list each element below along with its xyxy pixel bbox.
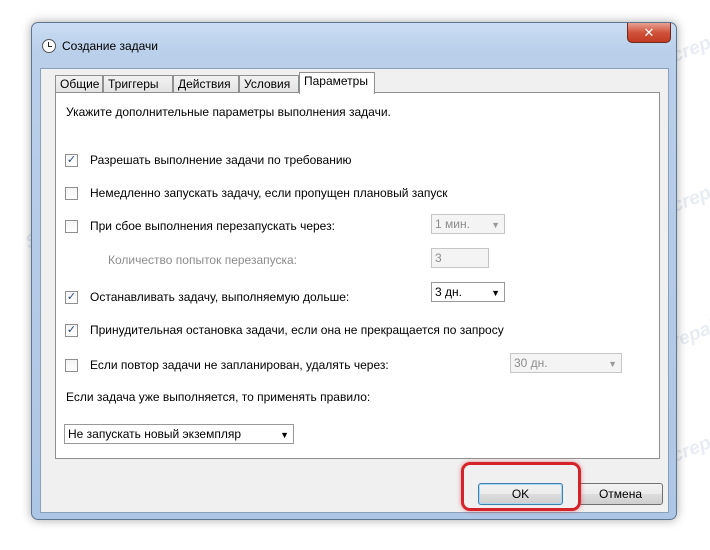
restart-attempts-label: Количество попыток перезапуска: [108,253,298,267]
dialog-client-area: Общие Триггеры Действия Условия Параметр… [40,68,669,513]
run-missed-checkbox[interactable] [65,187,78,200]
force-stop-label: Принудительная остановка задачи, если он… [90,323,504,337]
cancel-button[interactable]: Отмена [578,483,663,505]
chevron-down-icon: ▼ [491,288,500,298]
tab-triggers[interactable]: Триггеры [103,75,173,93]
close-button[interactable]: ✕ [627,23,671,43]
delete-task-checkbox[interactable] [65,359,78,372]
allow-on-demand-label: Разрешать выполнение задачи по требовани… [90,153,352,167]
stop-if-longer-label: Останавливать задачу, выполняемую дольше… [90,290,350,304]
chevron-down-icon: ▼ [491,220,500,230]
title-bar[interactable]: Создание задачи ✕ [32,23,676,53]
window-title: Создание задачи [62,39,158,53]
chevron-down-icon: ▼ [280,430,289,440]
chevron-down-icon: ▼ [608,359,617,369]
settings-panel: Укажите дополнительные параметры выполне… [55,92,660,459]
run-missed-label: Немедленно запускать задачу, если пропущ… [90,186,448,200]
checkmark-icon: ✓ [66,154,77,166]
tab-conditions[interactable]: Условия [239,75,299,93]
stop-if-longer-checkbox[interactable]: ✓ [65,291,78,304]
tab-actions[interactable]: Действия [173,75,239,93]
clock-icon [42,39,56,53]
task-dialog-window: Создание задачи ✕ Общие Триггеры Действи… [31,22,677,520]
settings-intro: Укажите дополнительные параметры выполне… [66,105,391,119]
delete-after-select[interactable]: 30 дн. ▼ [510,353,622,373]
restart-interval-select[interactable]: 1 мин. ▼ [431,214,505,234]
running-rule-value: Не запускать новый экземпляр [68,427,242,441]
restart-on-fail-label: При сбое выполнения перезапускать через: [90,219,335,233]
stop-duration-value: 3 дн. [435,285,462,299]
restart-interval-value: 1 мин. [435,217,470,231]
checkmark-icon: ✓ [66,291,77,303]
delete-task-label: Если повтор задачи не запланирован, удал… [90,358,389,372]
delete-after-value: 30 дн. [514,356,548,370]
force-stop-checkbox[interactable]: ✓ [65,324,78,337]
ok-button-highlight [461,462,581,511]
tab-general[interactable]: Общие [55,75,103,93]
running-rule-label: Если задача уже выполняется, то применят… [66,390,371,404]
running-rule-select[interactable]: Не запускать новый экземпляр ▼ [64,424,294,444]
tab-settings[interactable]: Параметры [299,72,375,94]
allow-on-demand-checkbox[interactable]: ✓ [65,154,78,167]
restart-on-fail-checkbox[interactable] [65,220,78,233]
checkmark-icon: ✓ [66,324,77,336]
restart-attempts-input[interactable]: 3 [431,248,489,268]
stop-duration-select[interactable]: 3 дн. ▼ [431,282,505,302]
